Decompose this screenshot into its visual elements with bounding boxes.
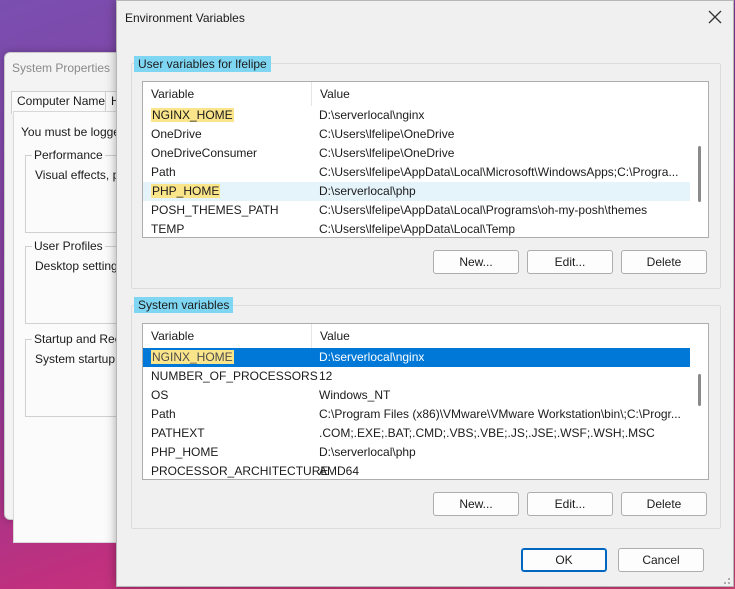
variable-name: PATHEXT bbox=[151, 426, 205, 440]
variable-name: OS bbox=[151, 388, 169, 402]
user-list-scrollbar[interactable] bbox=[690, 82, 708, 237]
variable-name: Path bbox=[151, 407, 176, 421]
table-row[interactable]: OneDrive C:\Users\lfelipe\OneDrive bbox=[143, 125, 690, 144]
user-edit-button[interactable]: Edit... bbox=[527, 250, 613, 274]
column-variable[interactable]: Variable bbox=[143, 324, 312, 348]
system-properties-window: System Properties Computer Name Ha You m… bbox=[4, 52, 137, 543]
variable-name: PROCESSOR_ARCHITECTURE bbox=[151, 464, 329, 478]
table-row[interactable]: NGINX_HOME D:\serverlocal\nginx bbox=[143, 106, 690, 125]
table-row[interactable]: TEMP C:\Users\lfelipe\AppData\Local\Temp bbox=[143, 220, 690, 237]
table-row[interactable]: PATHEXT .COM;.EXE;.BAT;.CMD;.VBS;.VBE;.J… bbox=[143, 424, 690, 443]
variable-value: C:\Users\lfelipe\OneDrive bbox=[319, 127, 455, 141]
column-value[interactable]: Value bbox=[312, 82, 350, 106]
list-header: Variable Value bbox=[143, 324, 690, 348]
group-title: Startup and Reco bbox=[32, 332, 130, 346]
group-title: User Profiles bbox=[32, 239, 105, 253]
system-new-button[interactable]: New... bbox=[433, 492, 519, 516]
user-new-button[interactable]: New... bbox=[433, 250, 519, 274]
variable-value: D:\serverlocal\php bbox=[319, 445, 416, 459]
cancel-button[interactable]: Cancel bbox=[618, 548, 704, 572]
table-row[interactable]: NUMBER_OF_PROCESSORS 12 bbox=[143, 367, 690, 386]
variable-value: D:\serverlocal\nginx bbox=[319, 108, 425, 122]
system-properties-title: System Properties bbox=[12, 61, 111, 75]
variable-name: NUMBER_OF_PROCESSORS bbox=[151, 369, 318, 383]
variable-value: 12 bbox=[319, 369, 333, 383]
table-row[interactable]: PROCESSOR_ARCHITECTURE AMD64 bbox=[143, 462, 690, 479]
table-row[interactable]: OS Windows_NT bbox=[143, 386, 690, 405]
variable-value: .COM;.EXE;.BAT;.CMD;.VBS;.VBE;.JS;.JSE;.… bbox=[319, 426, 655, 440]
column-variable[interactable]: Variable bbox=[143, 82, 312, 106]
variable-value: C:\Users\lfelipe\AppData\Local\Programs\… bbox=[319, 203, 648, 217]
variable-value: AMD64 bbox=[319, 464, 360, 478]
variable-name: NGINX_HOME bbox=[151, 350, 234, 364]
system-delete-button[interactable]: Delete bbox=[621, 492, 707, 516]
admin-note: You must be logge bbox=[21, 125, 120, 139]
variable-name: OneDriveConsumer bbox=[151, 146, 258, 160]
ok-button[interactable]: OK bbox=[521, 548, 607, 572]
variable-name: NGINX_HOME bbox=[151, 108, 234, 122]
system-list-scrollbar[interactable] bbox=[690, 324, 708, 479]
system-variables-label: System variables bbox=[134, 297, 234, 313]
variable-name: Path bbox=[151, 165, 176, 179]
variable-value: Windows_NT bbox=[319, 388, 391, 402]
group-title: Performance bbox=[32, 148, 105, 162]
system-variables-list[interactable]: Variable Value NGINX_HOME D:\serverlocal… bbox=[142, 323, 709, 480]
scrollbar-thumb[interactable] bbox=[698, 146, 701, 202]
variable-value: C:\Users\lfelipe\AppData\Local\Temp bbox=[319, 222, 516, 236]
list-header: Variable Value bbox=[143, 82, 690, 106]
variable-name: OneDrive bbox=[151, 127, 202, 141]
scrollbar-thumb[interactable] bbox=[698, 374, 701, 406]
dialog-title: Environment Variables bbox=[125, 11, 245, 25]
variable-name: TEMP bbox=[151, 222, 185, 236]
user-variables-label: User variables for lfelipe bbox=[134, 56, 271, 72]
table-row[interactable]: Path C:\Users\lfelipe\AppData\Local\Micr… bbox=[143, 163, 690, 182]
close-icon[interactable] bbox=[703, 5, 727, 29]
variable-name: PHP_HOME bbox=[151, 445, 219, 459]
variable-name: POSH_THEMES_PATH bbox=[151, 203, 279, 217]
user-variables-list[interactable]: Variable Value NGINX_HOME D:\serverlocal… bbox=[142, 81, 709, 238]
variable-value: C:\Program Files (x86)\VMware\VMware Wor… bbox=[319, 407, 681, 421]
variable-name: PHP_HOME bbox=[151, 184, 221, 198]
table-row[interactable]: OneDriveConsumer C:\Users\lfelipe\OneDri… bbox=[143, 144, 690, 163]
resize-grip-icon[interactable] bbox=[721, 574, 731, 584]
table-row[interactable]: POSH_THEMES_PATH C:\Users\lfelipe\AppDat… bbox=[143, 201, 690, 220]
table-row[interactable]: PHP_HOME D:\serverlocal\php bbox=[143, 443, 690, 462]
variable-value: D:\serverlocal\nginx bbox=[319, 350, 425, 364]
table-row-selected[interactable]: NGINX_HOME D:\serverlocal\nginx bbox=[143, 348, 690, 367]
environment-variables-dialog: Environment Variables User variables for… bbox=[116, 0, 734, 587]
system-edit-button[interactable]: Edit... bbox=[527, 492, 613, 516]
table-row[interactable]: Path C:\Program Files (x86)\VMware\VMwar… bbox=[143, 405, 690, 424]
variable-value: C:\Users\lfelipe\OneDrive bbox=[319, 146, 455, 160]
table-row[interactable]: PHP_HOME D:\serverlocal\php bbox=[143, 182, 690, 201]
user-delete-button[interactable]: Delete bbox=[621, 250, 707, 274]
variable-value: C:\Users\lfelipe\AppData\Local\Microsoft… bbox=[319, 165, 679, 179]
variable-value: D:\serverlocal\php bbox=[319, 184, 416, 198]
column-value[interactable]: Value bbox=[312, 324, 350, 348]
